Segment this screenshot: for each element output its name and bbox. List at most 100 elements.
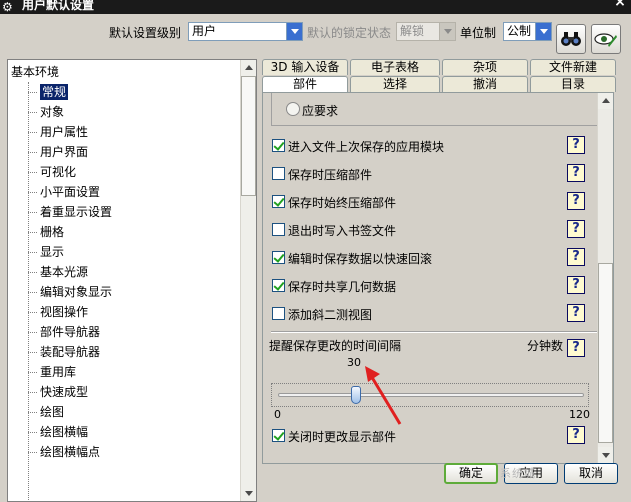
help-icon[interactable]: ? bbox=[567, 426, 585, 444]
compress-on-save-checkbox[interactable] bbox=[272, 167, 285, 180]
scroll-up-icon[interactable] bbox=[241, 60, 256, 76]
help-icon[interactable]: ? bbox=[567, 339, 585, 357]
help-icon[interactable]: ? bbox=[567, 136, 585, 154]
divider bbox=[271, 331, 601, 333]
tree-item-17[interactable]: 绘图横幅 bbox=[28, 422, 88, 442]
chevron-down-icon[interactable] bbox=[286, 23, 302, 40]
tree-item-10[interactable]: 编辑对象显示 bbox=[28, 282, 112, 302]
level-select[interactable]: 用户 bbox=[188, 22, 303, 41]
tree-item-12[interactable]: 部件导航器 bbox=[28, 322, 100, 342]
tree-item-7[interactable]: 栅格 bbox=[28, 222, 64, 242]
scroll-thumb[interactable] bbox=[241, 76, 256, 196]
help-icon[interactable]: ? bbox=[567, 220, 585, 238]
lock-select-value: 解锁 bbox=[400, 24, 425, 38]
trimetric-view-label: 添加斜二测视图 bbox=[288, 308, 373, 322]
tree-item-label: 用户界面 bbox=[40, 145, 89, 159]
tab-part[interactable]: 部件 bbox=[262, 76, 348, 92]
help-icon[interactable]: ? bbox=[567, 276, 585, 294]
scroll-down-icon[interactable] bbox=[598, 447, 613, 463]
save-interval-slider[interactable] bbox=[271, 383, 589, 407]
slider-value: 30 bbox=[347, 356, 361, 369]
tree-item-5[interactable]: 小平面设置 bbox=[28, 182, 100, 202]
slider-min: 0 bbox=[274, 408, 281, 421]
tab-file-new[interactable]: 文件新建 bbox=[530, 59, 616, 75]
tree-item-16[interactable]: 绘图 bbox=[28, 402, 64, 422]
tab-selection[interactable]: 选择 bbox=[350, 76, 440, 92]
tree-item-label: 视图操作 bbox=[40, 305, 89, 319]
scroll-down-icon[interactable] bbox=[241, 485, 256, 501]
slider-track[interactable] bbox=[278, 393, 584, 397]
category-tree[interactable]: 基本环境 常规 对象 用户属性 用户界面 可视化 小平面设置 着重显示设置 栅格… bbox=[7, 59, 257, 502]
open-last-app-checkbox[interactable] bbox=[272, 139, 285, 152]
help-icon[interactable]: ? bbox=[567, 164, 585, 182]
slider-max: 120 bbox=[569, 408, 590, 421]
eye-edit-button[interactable] bbox=[591, 24, 621, 54]
help-icon[interactable]: ? bbox=[567, 248, 585, 266]
on-demand-radio[interactable] bbox=[286, 102, 300, 116]
tree-root[interactable]: 基本环境 bbox=[11, 62, 59, 82]
tree-item-label: 绘图 bbox=[40, 405, 65, 419]
rollback-data-label: 编辑时保存数据以快速回滚 bbox=[288, 252, 433, 266]
unit-select[interactable]: 公制 bbox=[503, 22, 552, 41]
lock-label: 默认的锁定状态 bbox=[307, 26, 392, 40]
unit-label: 单位制 bbox=[460, 26, 497, 40]
share-geometry-label: 保存时共享几何数据 bbox=[288, 280, 397, 294]
watermark: 系统城 bbox=[500, 467, 536, 480]
lock-select: 解锁 bbox=[396, 22, 456, 41]
chevron-down-icon[interactable] bbox=[535, 23, 551, 40]
load-option-group: 应要求 bbox=[271, 93, 601, 126]
ok-button[interactable]: 确定 bbox=[444, 463, 498, 484]
tree-item-18[interactable]: 绘图横幅点 bbox=[28, 442, 100, 462]
tree-item-label: 重用库 bbox=[40, 365, 77, 379]
tree-item-3[interactable]: 用户界面 bbox=[28, 142, 88, 162]
tab-spreadsheet[interactable]: 电子表格 bbox=[350, 59, 440, 75]
on-demand-label: 应要求 bbox=[302, 104, 339, 118]
tree-item-11[interactable]: 视图操作 bbox=[28, 302, 88, 322]
compress-on-save-label: 保存时压缩部件 bbox=[288, 168, 373, 182]
scroll-thumb[interactable] bbox=[598, 263, 613, 443]
save-reminder-label: 提醒保存更改的时间间隔 bbox=[269, 339, 402, 353]
tree-item-label: 编辑对象显示 bbox=[40, 285, 113, 299]
tree-item-label: 常规 bbox=[40, 84, 69, 100]
scroll-up-icon[interactable] bbox=[598, 93, 613, 109]
minutes-label: 分钟数 bbox=[527, 339, 564, 353]
always-compress-label: 保存时始终压缩部件 bbox=[288, 196, 397, 210]
tab-undo[interactable]: 撤消 bbox=[442, 76, 528, 92]
tree-item-label: 部件导航器 bbox=[40, 325, 101, 339]
bookmark-on-exit-checkbox[interactable] bbox=[272, 223, 285, 236]
rollback-data-checkbox[interactable] bbox=[272, 251, 285, 264]
tree-item-2[interactable]: 用户属性 bbox=[28, 122, 88, 142]
panel-scrollbar[interactable] bbox=[597, 93, 613, 463]
tree-item-9[interactable]: 基本光源 bbox=[28, 262, 88, 282]
tree-item-1[interactable]: 对象 bbox=[28, 102, 64, 122]
tree-item-13[interactable]: 装配导航器 bbox=[28, 342, 100, 362]
title-bar: ⚙ 用户默认设置 × bbox=[0, 0, 631, 14]
tree-item-label: 栅格 bbox=[40, 225, 65, 239]
annotation-arrow-icon bbox=[365, 366, 402, 425]
tree-item-4[interactable]: 可视化 bbox=[28, 162, 76, 182]
share-geometry-checkbox[interactable] bbox=[272, 279, 285, 292]
tree-item-15[interactable]: 快速成型 bbox=[28, 382, 88, 402]
always-compress-checkbox[interactable] bbox=[272, 195, 285, 208]
binoculars-button[interactable] bbox=[556, 24, 586, 54]
tree-scrollbar[interactable] bbox=[240, 60, 256, 501]
tree-item-0[interactable]: 常规 bbox=[28, 82, 69, 102]
change-display-part-checkbox[interactable] bbox=[272, 429, 285, 442]
tree-item-label: 装配导航器 bbox=[40, 345, 101, 359]
help-icon[interactable]: ? bbox=[567, 304, 585, 322]
tree-item-label: 对象 bbox=[40, 105, 65, 119]
tab-3d-input[interactable]: 3D 输入设备 bbox=[262, 59, 348, 75]
close-icon[interactable]: × bbox=[611, 0, 629, 12]
tree-item-6[interactable]: 着重显示设置 bbox=[28, 202, 112, 222]
help-icon[interactable]: ? bbox=[567, 192, 585, 210]
tab-directory[interactable]: 目录 bbox=[530, 76, 616, 92]
tab-misc[interactable]: 杂项 bbox=[442, 59, 528, 75]
chevron-down-icon bbox=[439, 23, 455, 40]
trimetric-view-checkbox[interactable] bbox=[272, 307, 285, 320]
tree-item-14[interactable]: 重用库 bbox=[28, 362, 76, 382]
cancel-button[interactable]: 取消 bbox=[564, 463, 618, 484]
tree-item-8[interactable]: 显示 bbox=[28, 242, 64, 262]
gear-icon: ⚙ bbox=[2, 0, 13, 14]
tree-item-label: 绘图横幅 bbox=[40, 425, 89, 439]
tree-item-label: 用户属性 bbox=[40, 125, 89, 139]
